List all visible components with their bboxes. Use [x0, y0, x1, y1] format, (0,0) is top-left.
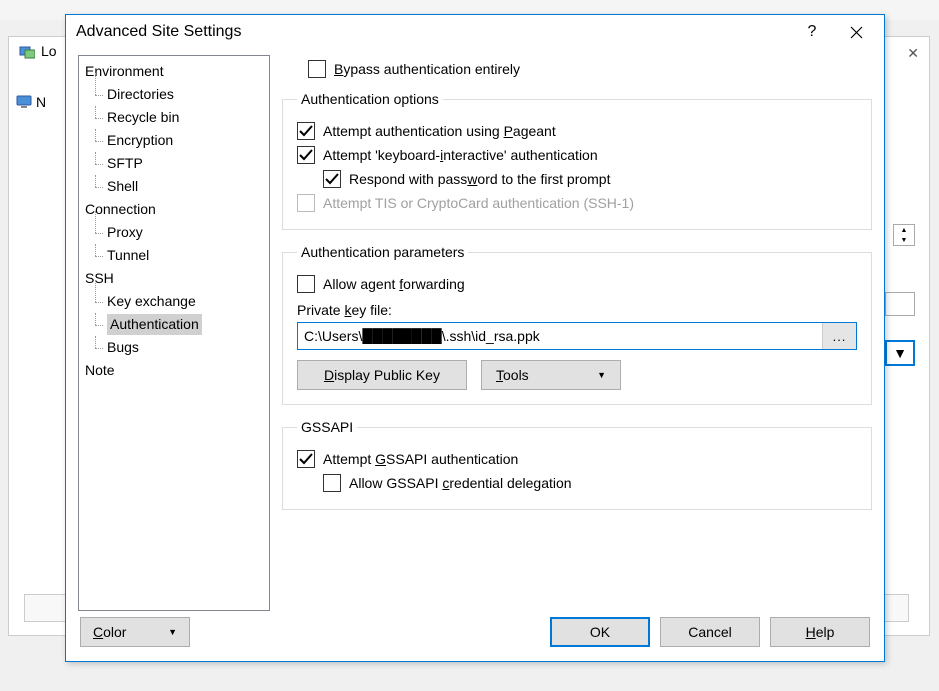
bypass-auth-label: Bypass authentication entirely [334, 61, 520, 77]
tools-dropdown-button[interactable]: Tools▼ [481, 360, 621, 390]
tis-checkbox-row: Attempt TIS or CryptoCard authentication… [297, 191, 857, 215]
gssapi-cred-checkbox-row[interactable]: Allow GSSAPI credential delegation [297, 471, 857, 495]
chevron-down-icon: ▼ [597, 370, 606, 380]
gssapi-cred-checkbox[interactable] [323, 474, 341, 492]
private-key-file-label: Private key file: [297, 296, 857, 322]
titlebar-close-button[interactable] [834, 17, 878, 47]
login-window-icon [19, 43, 35, 59]
tis-label: Attempt TIS or CryptoCard authentication… [323, 195, 634, 211]
private-key-file-input[interactable] [298, 323, 822, 349]
gssapi-auth-checkbox[interactable] [297, 450, 315, 468]
allow-forwarding-checkbox[interactable] [297, 275, 315, 293]
bypass-auth-checkbox-row[interactable]: Bypass authentication entirely [282, 57, 872, 81]
tis-checkbox [297, 194, 315, 212]
background-dropdown[interactable]: ▼ [885, 340, 915, 366]
auth-options-legend: Authentication options [297, 91, 443, 107]
gssapi-cred-label: Allow GSSAPI credential delegation [349, 475, 572, 491]
color-dropdown-button[interactable]: Color▼ [80, 617, 190, 647]
gssapi-legend: GSSAPI [297, 419, 357, 435]
titlebar-help-button[interactable]: ? [790, 17, 834, 47]
settings-content: Bypass authentication entirely Authentic… [282, 55, 872, 611]
gssapi-group: GSSAPI Attempt GSSAPI authentication All… [282, 419, 872, 510]
tree-sftp[interactable]: SFTP [81, 152, 267, 175]
respond-password-label: Respond with password to the first promp… [349, 171, 610, 187]
ok-button[interactable]: OK [550, 617, 650, 647]
auth-params-group: Authentication parameters Allow agent fo… [282, 244, 872, 405]
chevron-down-icon: ▼ [168, 627, 177, 637]
gssapi-auth-checkbox-row[interactable]: Attempt GSSAPI authentication [297, 447, 857, 471]
tree-environment[interactable]: Environment [81, 60, 267, 83]
tree-tunnel[interactable]: Tunnel [81, 244, 267, 267]
tree-key-exchange[interactable]: Key exchange [81, 290, 267, 313]
tree-bugs[interactable]: Bugs [81, 336, 267, 359]
background-field[interactable] [885, 292, 915, 316]
allow-forwarding-checkbox-row[interactable]: Allow agent forwarding [297, 272, 857, 296]
close-icon [850, 26, 863, 39]
tree-ssh[interactable]: SSH [81, 267, 267, 290]
auth-options-group: Authentication options Attempt authentic… [282, 91, 872, 230]
tree-connection[interactable]: Connection [81, 198, 267, 221]
bypass-auth-checkbox[interactable] [308, 60, 326, 78]
dialog-footer: Color▼ OK Cancel Help [66, 611, 884, 661]
background-spinner[interactable]: ▲▼ [893, 224, 915, 246]
pageant-checkbox-row[interactable]: Attempt authentication using Pageant [297, 119, 857, 143]
pageant-label: Attempt authentication using Pageant [323, 123, 556, 139]
auth-params-legend: Authentication parameters [297, 244, 468, 260]
allow-forwarding-label: Allow agent forwarding [323, 276, 465, 292]
keyboard-interactive-label: Attempt 'keyboard-interactive' authentic… [323, 147, 598, 163]
respond-password-checkbox[interactable] [323, 170, 341, 188]
login-window-title: Lo [41, 43, 57, 59]
tree-proxy[interactable]: Proxy [81, 221, 267, 244]
dialog-title: Advanced Site Settings [76, 23, 790, 41]
tree-shell[interactable]: Shell [81, 175, 267, 198]
keyboard-interactive-checkbox-row[interactable]: Attempt 'keyboard-interactive' authentic… [297, 143, 857, 167]
tree-note[interactable]: Note [81, 359, 267, 382]
private-key-file-row: ... [297, 322, 857, 350]
login-close-icon[interactable]: ✕ [907, 45, 919, 62]
computer-icon [16, 94, 32, 110]
help-button[interactable]: Help [770, 617, 870, 647]
respond-password-checkbox-row[interactable]: Respond with password to the first promp… [297, 167, 857, 191]
pageant-checkbox[interactable] [297, 122, 315, 140]
display-public-key-button[interactable]: Display Public Key [297, 360, 467, 390]
dialog-titlebar: Advanced Site Settings ? [66, 15, 884, 49]
cancel-button[interactable]: Cancel [660, 617, 760, 647]
private-key-browse-button[interactable]: ... [822, 323, 856, 349]
tree-authentication[interactable]: Authentication [81, 313, 267, 336]
tree-directories[interactable]: Directories [81, 83, 267, 106]
keyboard-interactive-checkbox[interactable] [297, 146, 315, 164]
settings-tree[interactable]: Environment Directories Recycle bin Encr… [78, 55, 270, 611]
tree-encryption[interactable]: Encryption [81, 129, 267, 152]
background-new-item: N [16, 94, 46, 110]
advanced-site-settings-dialog: Advanced Site Settings ? Environment Dir… [65, 14, 885, 662]
gssapi-auth-label: Attempt GSSAPI authentication [323, 451, 518, 467]
tree-recycle-bin[interactable]: Recycle bin [81, 106, 267, 129]
